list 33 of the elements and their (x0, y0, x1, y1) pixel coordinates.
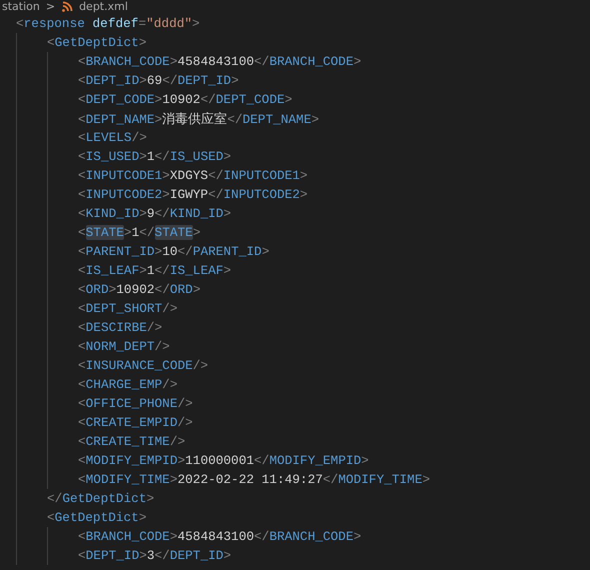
code-line: <DESCIRBE/> (78, 320, 162, 335)
code-line: <OFFICE_PHONE/> (78, 396, 193, 411)
code-line: <IS_LEAF>1</IS_LEAF> (78, 263, 232, 278)
code-line: <response defdef="dddd"> (16, 16, 200, 31)
code-line: <CREATE_TIME/> (78, 434, 186, 449)
code-line: <MODIFY_TIME>2022-02-22 11:49:27</MODIFY_TIME> (78, 472, 430, 487)
code-line: <DEPT_ID>3</DEPT_ID> (78, 548, 232, 563)
code-line: <NORM_DEPT/> (78, 339, 170, 354)
code-line: <GetDeptDict> (47, 35, 146, 50)
code-line: <BRANCH_CODE>4584843100</BRANCH_CODE> (78, 54, 362, 69)
breadcrumb-separator: > (46, 0, 56, 14)
code-line: <DEPT_NAME>消毒供应室</DEPT_NAME> (78, 110, 320, 128)
code-line: <DEPT_ID>69</DEPT_ID> (78, 73, 239, 88)
code-line: <INSURANCE_CODE/> (78, 358, 208, 373)
code-line: <DEPT_SHORT/> (78, 301, 178, 316)
code-line: <DEPT_CODE>10902</DEPT_CODE> (78, 92, 292, 107)
breadcrumb-file[interactable]: dept.xml (79, 0, 128, 14)
code-line: <PARENT_ID>10</PARENT_ID> (78, 244, 270, 259)
code-line: <GetDeptDict> (47, 510, 146, 525)
code-line: <LEVELS/> (78, 130, 147, 145)
code-line: <INPUTCODE1>XDGYS</INPUTCODE1> (78, 168, 308, 183)
code-line: <INPUTCODE2>IGWYP</INPUTCODE2> (78, 187, 308, 202)
code-line: </GetDeptDict> (47, 491, 154, 506)
code-line: <IS_USED>1</IS_USED> (78, 149, 232, 164)
code-line: <CREATE_EMPID/> (78, 415, 193, 430)
breadcrumb-folder[interactable]: station (2, 0, 40, 14)
code-line: <MODIFY_EMPID>110000001</MODIFY_EMPID> (78, 453, 369, 468)
code-line: <KIND_ID>9</KIND_ID> (78, 206, 232, 221)
code-line: <STATE>1</STATE> (78, 225, 200, 240)
rss-icon (61, 1, 74, 13)
code-line: <ORD>10902</ORD> (78, 282, 200, 297)
code-line: <CHARGE_EMP/> (78, 377, 178, 392)
code-line: <BRANCH_CODE>4584843100</BRANCH_CODE> (78, 529, 362, 544)
